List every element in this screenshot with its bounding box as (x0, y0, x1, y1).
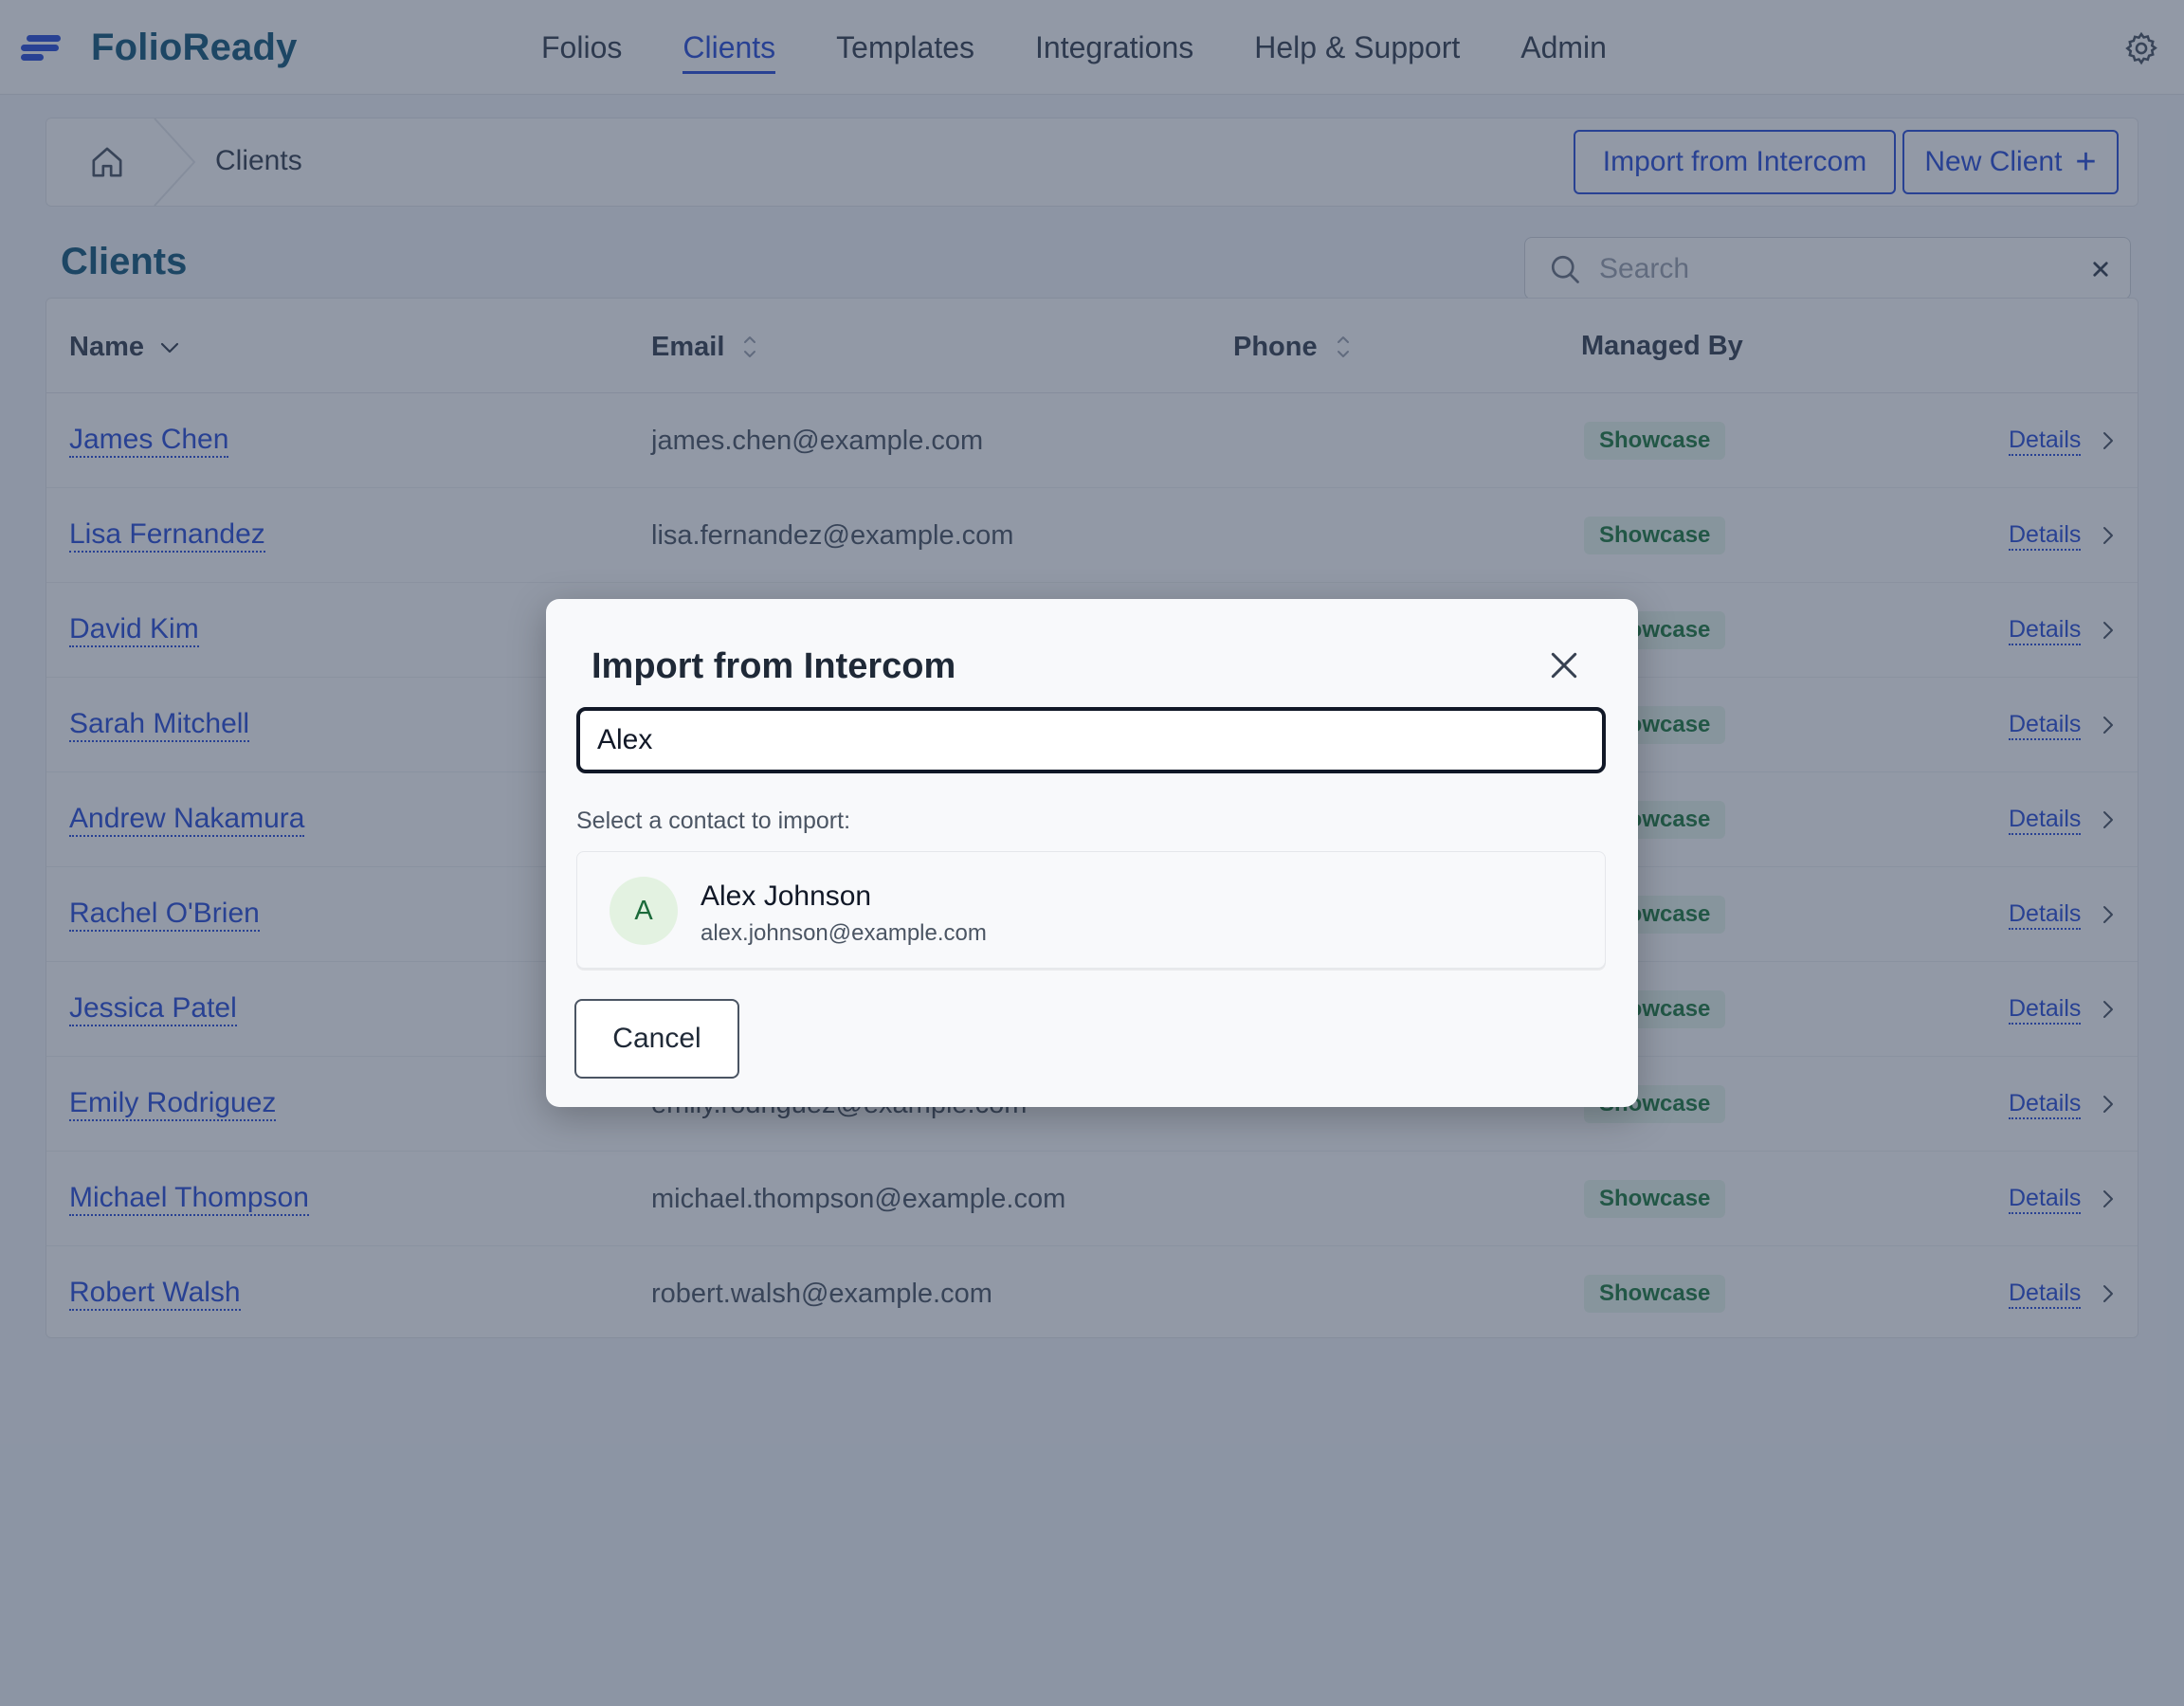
contact-option[interactable]: A Alex Johnson alex.johnson@example.com (576, 851, 1606, 969)
modal-title: Import from Intercom (592, 646, 956, 686)
avatar: A (610, 877, 678, 945)
close-icon[interactable] (1545, 646, 1583, 684)
cancel-label: Cancel (612, 1023, 701, 1054)
cancel-button[interactable]: Cancel (574, 999, 739, 1079)
modal-hint: Select a contact to import: (576, 808, 851, 834)
contact-name: Alex Johnson (701, 880, 872, 912)
import-modal: Import from Intercom Select a contact to… (546, 599, 1638, 1107)
intercom-search-input[interactable] (576, 707, 1606, 773)
contact-email: alex.johnson@example.com (701, 920, 987, 946)
app-root: FolioReady Folios Clients Templates Inte… (0, 0, 2184, 1706)
